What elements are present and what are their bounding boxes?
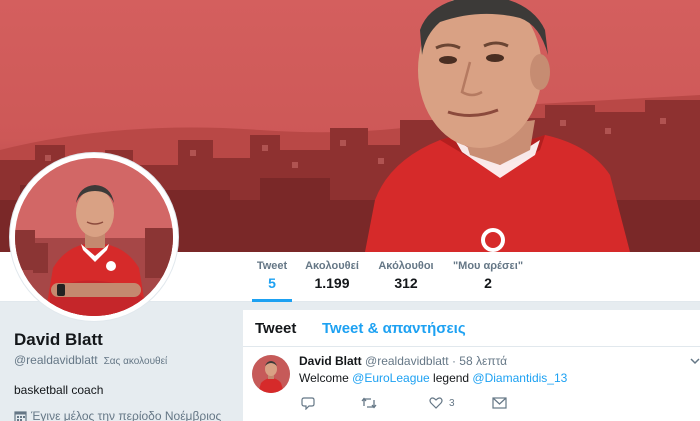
retweet-button[interactable] — [361, 395, 377, 411]
profile-handle[interactable]: @realdavidblatt — [14, 353, 98, 367]
tweet-avatar-photo — [252, 355, 290, 393]
tab-tweets-replies[interactable]: Tweet & απαντήσεις — [322, 320, 466, 337]
profile-name[interactable]: David Blatt — [14, 330, 234, 350]
avatar-photo — [15, 158, 173, 316]
stat-following[interactable]: Ακολουθεί 1.199 — [302, 260, 362, 291]
tweet-actions: 3 — [299, 395, 559, 411]
stat-label: "Μου αρέσει" — [452, 260, 524, 272]
like-icon — [429, 397, 443, 409]
tweet-timestamp[interactable]: 58 λεπτά — [459, 354, 507, 368]
profile-info: David Blatt @realdavidblatt Σας ακολουθεί… — [14, 330, 234, 421]
joined-text: Έγινε μέλος την περίοδο Νοέμβριος — [31, 409, 222, 421]
stat-label: Ακόλουθοι — [378, 260, 434, 272]
follows-you-badge: Σας ακολουθεί — [103, 356, 168, 367]
stat-value: 2 — [484, 275, 492, 291]
tweet-text-part: Welcome — [299, 371, 353, 385]
reply-button[interactable] — [301, 395, 315, 411]
profile-bio: basketball coach — [14, 383, 104, 397]
stat-likes[interactable]: "Μου αρέσει" 2 — [452, 260, 524, 291]
calendar-icon — [14, 410, 27, 421]
stat-value: 1.199 — [314, 275, 350, 291]
timeline-tabs: Tweet Tweet & απαντήσεις — [243, 310, 700, 347]
timeline: Tweet Tweet & απαντήσεις David Blatt @re… — [243, 310, 700, 421]
stat-followers[interactable]: Ακόλουθοι 312 — [375, 260, 437, 291]
tweet-avatar[interactable] — [252, 355, 290, 393]
like-count: 3 — [449, 397, 455, 409]
handle-row: @realdavidblatt Σας ακολουθεί — [14, 353, 234, 367]
mention-link-euroleague[interactable]: @EuroLeague — [352, 371, 430, 385]
direct-message-button[interactable] — [492, 395, 507, 411]
joined-date: Έγινε μέλος την περίοδο Νοέμβριος — [14, 409, 234, 421]
tweet-item[interactable]: David Blatt @realdavidblatt · 58 λεπτά W… — [243, 347, 700, 421]
stat-label: Tweet — [256, 260, 288, 272]
message-icon — [492, 397, 507, 409]
stat-label: Ακολουθεί — [305, 260, 359, 272]
mention-link-diamantidis[interactable]: @Diamantidis_13 — [472, 371, 567, 385]
retweet-icon — [361, 397, 377, 409]
like-button[interactable]: 3 — [429, 395, 455, 411]
stat-tweets[interactable]: Tweet 5 — [252, 260, 292, 302]
profile-avatar[interactable] — [10, 153, 178, 321]
stat-value: 5 — [268, 275, 276, 291]
tweet-separator: · — [451, 354, 456, 368]
avatar-image — [15, 158, 173, 316]
tweet-text: Welcome @EuroLeague legend @Diamantidis_… — [299, 371, 567, 385]
stat-value: 312 — [394, 275, 418, 291]
tweet-author-handle[interactable]: @realdavidblatt — [365, 354, 449, 368]
tweet-author-name[interactable]: David Blatt — [299, 354, 362, 368]
tweet-text-part: legend — [429, 371, 473, 385]
tab-tweets[interactable]: Tweet — [255, 320, 296, 337]
reply-icon — [301, 397, 315, 410]
chevron-down-icon[interactable] — [689, 355, 700, 367]
tweet-header: David Blatt @realdavidblatt · 58 λεπτά — [299, 354, 507, 368]
